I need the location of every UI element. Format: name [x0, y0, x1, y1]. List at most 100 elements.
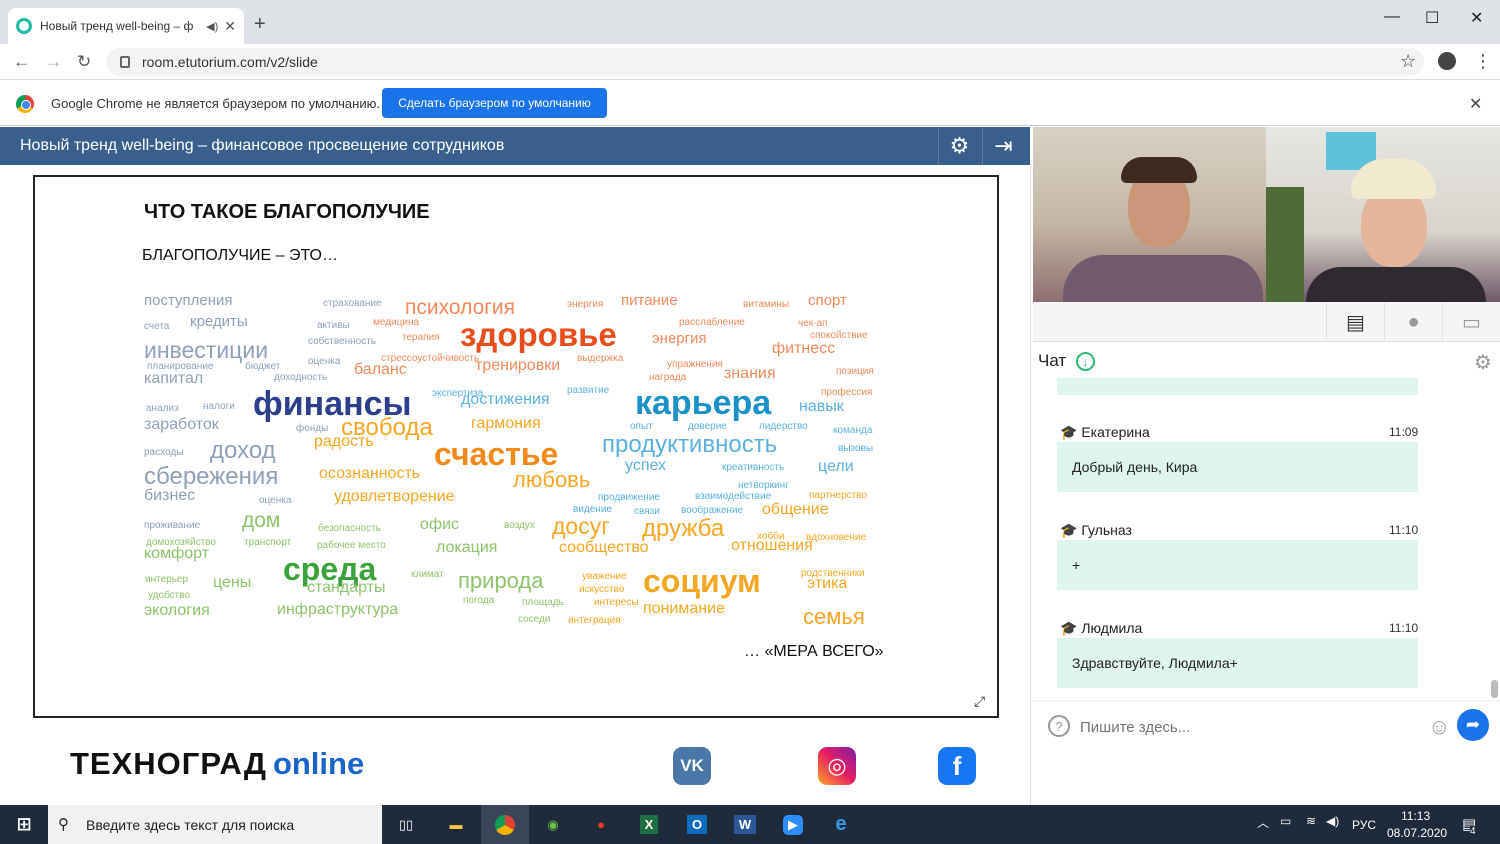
word-cloud-word: общение: [762, 501, 829, 518]
message-time: 11:09: [1389, 425, 1419, 439]
back-button[interactable]: ←: [13, 52, 30, 72]
word-cloud-word: счастье: [434, 436, 559, 472]
vk-icon[interactable]: VK: [673, 747, 711, 785]
globe-app-icon[interactable]: ◉: [529, 805, 577, 844]
minimize-button[interactable]: —: [1384, 8, 1400, 26]
maximize-button[interactable]: ☐: [1425, 8, 1439, 28]
forward-button[interactable]: →: [45, 52, 62, 72]
download-chat-icon[interactable]: ↓: [1076, 352, 1095, 371]
tab-close-button[interactable]: ✕: [224, 18, 236, 35]
excel-icon[interactable]: X: [625, 805, 673, 844]
word-cloud-word: интеграция: [568, 615, 621, 626]
word-cloud-word: доходность: [274, 372, 328, 383]
address-bar[interactable]: room.etutorium.com/v2/slide: [106, 48, 1424, 76]
emoji-icon[interactable]: ☺: [1428, 714, 1450, 740]
facebook-icon[interactable]: f: [938, 747, 976, 785]
wifi-tray-icon[interactable]: ≋: [1306, 814, 1316, 828]
edge-icon[interactable]: e: [817, 805, 865, 844]
word-cloud-word: психология: [405, 296, 516, 319]
chat-settings-icon[interactable]: ⚙: [1474, 350, 1492, 375]
chat-tab-icon[interactable]: ▤: [1326, 302, 1384, 342]
file-explorer-icon[interactable]: ▬: [432, 805, 480, 844]
zoom-icon[interactable]: ▶: [769, 805, 817, 844]
word-cloud-word: доход: [210, 437, 276, 464]
word-cloud-word: сбережения: [144, 463, 279, 490]
volume-tray-icon[interactable]: ◀): [1326, 814, 1339, 828]
word-cloud-word: локация: [436, 539, 498, 556]
word-cloud-word: успех: [625, 457, 667, 474]
bookmark-star-icon[interactable]: ☆: [1400, 51, 1416, 72]
tray-expand-icon[interactable]: ︿: [1257, 814, 1269, 831]
word-cloud-word: этика: [807, 575, 848, 592]
exit-icon[interactable]: ⇥: [982, 127, 1024, 165]
clock-time[interactable]: 11:13: [1401, 809, 1430, 823]
chat-label: Чат: [1038, 351, 1067, 370]
word-cloud-word: питание: [621, 292, 678, 309]
word-cloud-word: комфорт: [144, 545, 210, 562]
message-time: 11:10: [1389, 621, 1419, 635]
word-cloud-word: здоровье: [460, 316, 617, 353]
profile-avatar-icon[interactable]: [1438, 52, 1456, 70]
word-cloud-word: капитал: [144, 370, 204, 387]
set-default-browser-button[interactable]: Сделать браузером по умолчанию: [382, 88, 607, 118]
word-cloud-word: собственность: [308, 336, 377, 347]
language-indicator[interactable]: РУС: [1352, 818, 1376, 832]
word-cloud-word: цели: [818, 458, 854, 475]
send-button[interactable]: ➦: [1457, 709, 1489, 741]
new-tab-button[interactable]: +: [254, 13, 266, 36]
reload-button[interactable]: ↻: [77, 52, 91, 72]
help-icon[interactable]: ?: [1048, 715, 1070, 737]
instagram-icon[interactable]: ◎: [818, 747, 856, 785]
browser-menu-icon[interactable]: ⋮: [1474, 51, 1492, 72]
infobar-close-button[interactable]: ✕: [1469, 94, 1482, 114]
word-cloud-word: выдержка: [577, 353, 624, 364]
word-cloud-word: анализ: [146, 403, 179, 414]
taskbar-search-box[interactable]: Введите здесь текст для поиска: [48, 805, 382, 844]
word-cloud-word: семья: [803, 604, 865, 629]
participant-2-shirt: [1306, 267, 1486, 302]
fullscreen-expand-icon[interactable]: ⤢: [974, 693, 985, 710]
task-view-icon[interactable]: ▯▯: [382, 805, 430, 844]
clock-date[interactable]: 08.07.2020: [1387, 826, 1447, 840]
word-cloud-word: профессия: [821, 387, 873, 398]
webinar-title: Новый тренд well-being – финансовое прос…: [20, 137, 505, 154]
word-cloud-word: расходы: [144, 447, 184, 458]
webinar-title-bar: Новый тренд well-being – финансовое прос…: [0, 127, 1030, 165]
word-cloud-word: экология: [144, 602, 210, 619]
word-cloud-word: фитнесс: [772, 340, 836, 357]
1c-app-icon[interactable]: ●: [577, 805, 625, 844]
word-cloud-word: продвижение: [598, 492, 660, 503]
chat-scrollbar[interactable]: [1491, 680, 1498, 698]
word-cloud-word: соседи: [518, 614, 551, 625]
message-time: 11:10: [1389, 523, 1419, 537]
chat-message-input[interactable]: [1080, 713, 1410, 741]
previous-message-bubble: [1057, 378, 1418, 395]
word-cloud-word: инвестиции: [144, 337, 269, 363]
network-tray-icon[interactable]: ▭: [1280, 814, 1291, 828]
speaker-icon[interactable]: ◀): [206, 20, 218, 33]
word-cloud-word: взаимодействие: [695, 491, 772, 502]
outlook-icon[interactable]: O: [673, 805, 721, 844]
word-cloud-word: энергия: [567, 299, 604, 310]
settings-gear-icon[interactable]: ⚙: [938, 127, 980, 165]
word-cloud-word: чек-ап: [798, 318, 828, 329]
word-cloud-word: поступления: [144, 292, 233, 309]
word-cloud-word: отношения: [731, 537, 813, 554]
participants-tab-icon[interactable]: ●: [1384, 302, 1442, 342]
chrome-taskbar-icon[interactable]: [481, 805, 529, 844]
word-cloud-word: терапия: [402, 332, 440, 343]
word-cloud-word: транспорт: [244, 537, 292, 548]
windows-start-icon[interactable]: ⊞: [0, 805, 48, 844]
plant-decor: [1266, 187, 1304, 302]
word-cloud-word: офис: [420, 516, 459, 533]
word-cloud-word: климат: [411, 569, 444, 580]
word-cloud-word: дом: [242, 509, 281, 532]
word-icon[interactable]: W: [721, 805, 769, 844]
word-cloud-word: уважение: [582, 571, 627, 582]
word-cloud-word: искусство: [579, 584, 625, 595]
vk-label: VK: [680, 756, 704, 775]
word-cloud-word: активы: [317, 320, 350, 331]
browser-tab[interactable]: Новый тренд well-being – ф ◀) ✕: [8, 8, 244, 44]
files-tab-icon[interactable]: ▭: [1442, 302, 1500, 342]
window-close-button[interactable]: ✕: [1470, 8, 1483, 28]
